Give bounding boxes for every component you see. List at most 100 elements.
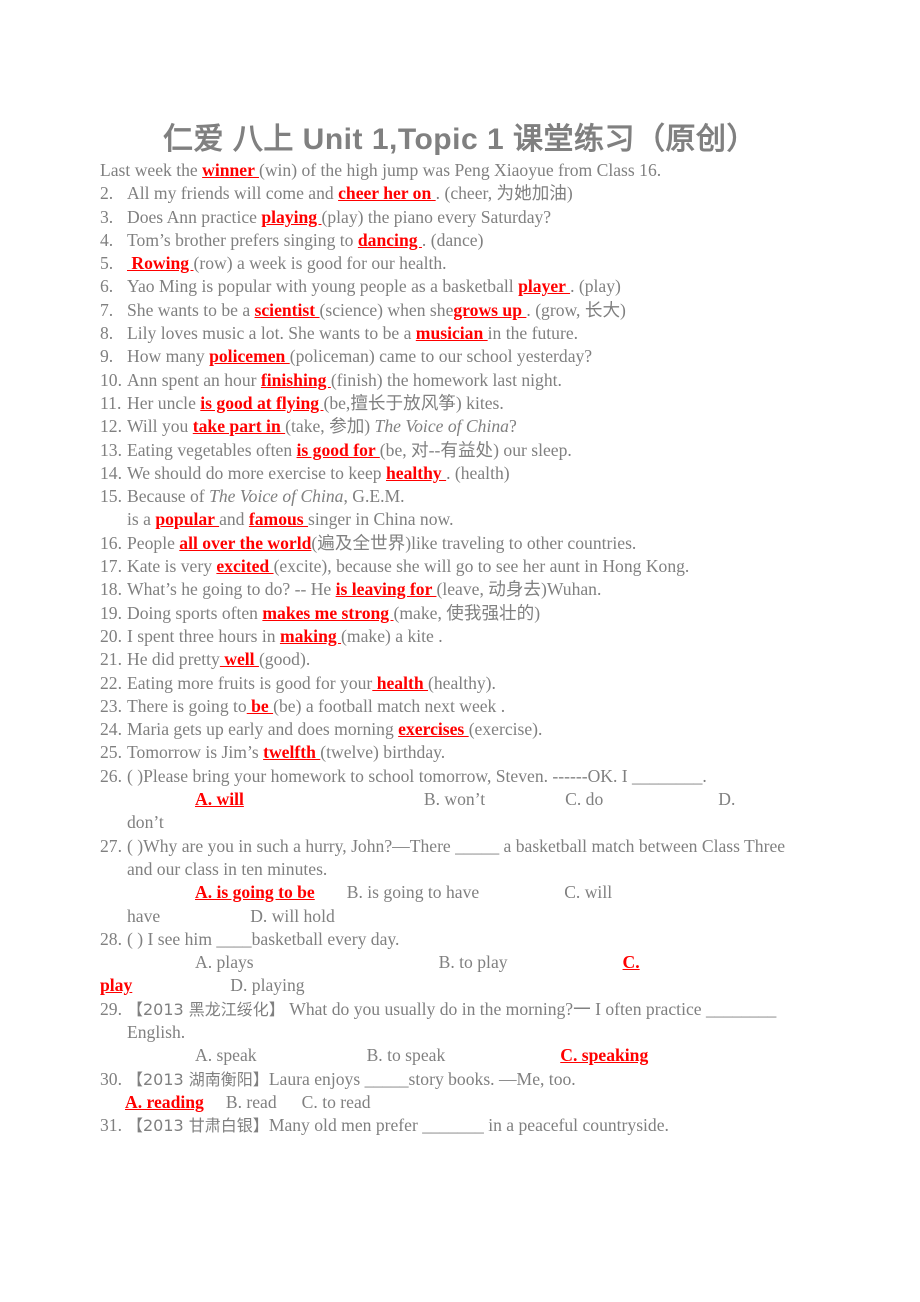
answer-blank: exercises (398, 719, 469, 740)
question-hint: . (cheer, 为她加油) (435, 183, 573, 204)
question-text: Last week the (100, 160, 203, 180)
mc-option-c[interactable]: C. speaking (560, 1045, 648, 1065)
answer-blank: is good at flying (200, 392, 324, 413)
question-hint: in the future. (487, 323, 579, 344)
mc-options-row: A. plays B. to play C. (100, 951, 860, 974)
question-text: All my friends will come and (127, 183, 339, 204)
page-title: 仁爱 八上 Unit 1,Topic 1 课堂练习（原创） (163, 123, 757, 156)
question-hint: (healthy). (428, 672, 496, 693)
question-number: 6. (100, 276, 114, 297)
mc-option-c[interactable]: C. to read (302, 1092, 371, 1112)
answer-blank: making (279, 625, 342, 646)
answer-blank: take part in (192, 416, 286, 437)
mc-option-b[interactable]: B. to play (439, 952, 508, 972)
mc-option-a[interactable]: A. is going to be (195, 882, 315, 902)
question-hint: (twelve) birthday. (320, 742, 446, 763)
question-number: 17. (100, 556, 122, 577)
question-row: 20. I spent three hours in making (make) … (100, 625, 860, 648)
document-page: 仁爱 八上 Unit 1,Topic 1 课堂练习（原创） Last week … (0, 0, 920, 1302)
question-row: 14. We should do more exercise to keep he… (100, 462, 860, 485)
question-text: Lily loves music a lot. She wants to be … (127, 323, 416, 344)
question-number: 14. (100, 462, 122, 483)
mc-stem: Many old men prefer _______ in a peacefu… (268, 1115, 669, 1136)
answer-blank: musician (415, 323, 488, 344)
answer-blank: Rowing (127, 253, 194, 274)
question-number: 19. (100, 602, 122, 623)
mc-option-b[interactable]: B. won’t (424, 789, 485, 809)
question-text: I spent three hours in (127, 625, 280, 646)
question-text: Eating more fruits is good for your (127, 672, 373, 693)
question-row: 15. Because of The Voice of China, G.E.M. (100, 485, 860, 508)
question-text: We should do more exercise to keep (127, 462, 386, 483)
question-row-continued: is a popular and famous singer in China … (100, 508, 860, 531)
question-hint: (take, 参加) (285, 416, 375, 437)
question-text: is a (127, 509, 156, 530)
mc-option-d[interactable]: D. will hold (250, 906, 335, 926)
question-row: 21. He did pretty well (good). (100, 648, 860, 671)
answer-blank: scientist (254, 299, 320, 320)
mc-question-row: 28.( ) I see him ____basketball every da… (100, 928, 860, 951)
question-text: Her uncle (127, 392, 201, 413)
mc-option-b[interactable]: B. to speak (367, 1045, 446, 1065)
title-italic: The Voice of China (374, 416, 509, 437)
question-hint: singer in China now. (308, 509, 454, 530)
mc-option-c[interactable]: C. will (564, 882, 612, 902)
mc-options-row-continued: don’t (100, 811, 860, 834)
mc-option-c-continued[interactable]: play (100, 975, 132, 995)
mc-option-b[interactable]: B. is going to have (347, 882, 479, 902)
question-text: How many (127, 346, 210, 367)
question-text: He did pretty (127, 649, 220, 670)
mc-question-row: 29. 【2013 黑龙江绥化】 What do you usually do i… (100, 998, 860, 1021)
mc-option-d-continued[interactable]: don’t (127, 812, 164, 832)
question-number: 3. (100, 206, 114, 227)
mc-question-row: 27.( )Why are you in such a hurry, John?… (100, 835, 860, 858)
mc-option-c[interactable]: C. (623, 952, 640, 972)
mc-option-c-continued[interactable]: have (127, 906, 160, 926)
mc-option-b[interactable]: B. read (226, 1092, 277, 1112)
question-text: What’s he going to do? -- He (127, 579, 336, 600)
exercise-body: Last week the winner (win) of the high j… (100, 159, 860, 1137)
question-row: 5. Rowing (row) a week is good for our h… (100, 252, 860, 275)
mc-options-row-continued: have D. will hold (100, 905, 860, 928)
mc-question-row: 31. 【2013 甘肃白银】Many old men prefer ______… (100, 1114, 860, 1137)
question-number: 7. (100, 299, 114, 320)
question-hint: (play) the piano every Saturday? (321, 206, 552, 227)
mc-stem: ( ) I see him ____basketball every day. (127, 928, 400, 949)
mc-stem-wrap: English. (127, 1021, 186, 1042)
question-text: Eating vegetables often (127, 439, 297, 460)
mc-source-tag: 【2013 湖南衡阳】 (127, 1069, 269, 1089)
question-number: 10. (100, 369, 122, 390)
mc-stem: ( )Why are you in such a hurry, John?—Th… (127, 835, 786, 856)
mc-option-a[interactable]: A. plays (195, 952, 254, 972)
answer-blank: popular (155, 509, 220, 530)
question-text: She wants to be a (127, 299, 255, 320)
question-hint: . (dance) (421, 229, 484, 250)
answer-blank: well (219, 649, 259, 670)
question-row: 17. Kate is very excited (excite), becaus… (100, 555, 860, 578)
question-number: 5. (100, 253, 114, 274)
answer-blank-2: grows up (453, 299, 527, 320)
mc-option-d[interactable]: D. (718, 789, 735, 809)
answer-blank: healthy (385, 462, 447, 483)
answer-blank: excited (216, 556, 274, 577)
question-number: 9. (100, 346, 114, 367)
mc-option-c[interactable]: C. do (565, 789, 603, 809)
question-row: 11. Her uncle is good at flying (be,擅长于放风… (100, 392, 860, 415)
question-hint: . (grow, 长大) (526, 299, 626, 320)
answer-blank: health (372, 672, 429, 693)
mc-option-a[interactable]: A. speak (195, 1045, 257, 1065)
mc-option-a[interactable]: A. will (195, 789, 244, 809)
title-italic: The Voice of China (209, 486, 344, 507)
mc-option-d[interactable]: D. playing (230, 975, 304, 995)
question-row: 10. Ann spent an hour finishing (finish) … (100, 369, 860, 392)
question-number: 12. (100, 416, 122, 437)
question-number: 13. (100, 439, 122, 460)
question-hint: (row) a week is good for our health. (193, 253, 447, 274)
mc-stem-continued: English. (100, 1021, 860, 1044)
mc-option-a[interactable]: A. reading (125, 1092, 204, 1112)
question-row: 13. Eating vegetables often is good for (… (100, 439, 860, 462)
mc-options-row: A. is going to be B. is going to have C. w… (100, 881, 860, 904)
question-row: 19. Doing sports often makes me strong (m… (100, 602, 860, 625)
answer-blank: is good for (296, 439, 380, 460)
question-hint: (excite), because she will go to see her… (273, 556, 690, 577)
